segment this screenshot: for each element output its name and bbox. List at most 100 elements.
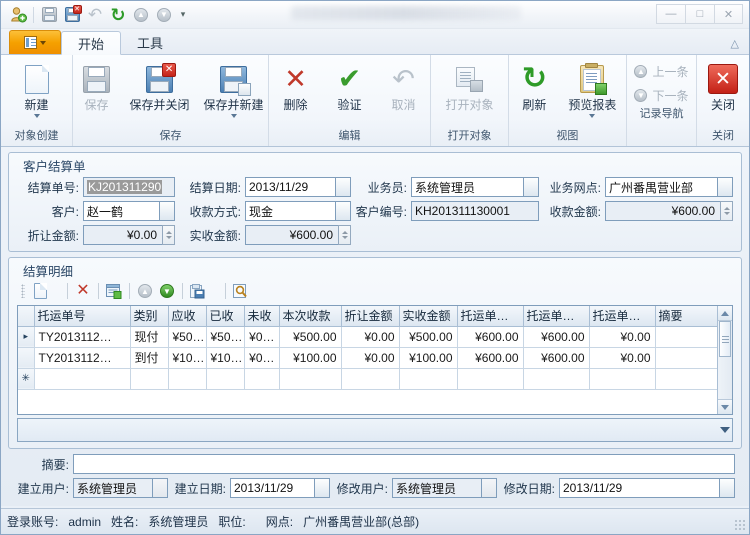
modified-date-input[interactable]: 2013/11/29 xyxy=(559,478,719,498)
settlement-date-combo[interactable]: 2013/11/29 xyxy=(245,177,351,197)
modified-date-dropdown-button[interactable] xyxy=(719,478,735,498)
col-header-received[interactable]: 已收 xyxy=(206,306,245,327)
created-date-input[interactable]: 2013/11/29 xyxy=(230,478,314,498)
new-row-icon[interactable] xyxy=(30,281,50,301)
cell-unreceived[interactable]: ¥0… xyxy=(244,347,280,369)
scrollbar-track[interactable] xyxy=(718,357,732,399)
cell-actual[interactable]: ¥500.00 xyxy=(399,326,458,348)
delete-button[interactable]: ✕ 删除 xyxy=(270,59,322,113)
payment-method-dropdown-button[interactable] xyxy=(335,201,351,221)
actual-amount-spinner[interactable]: ¥600.00 xyxy=(245,225,351,245)
application-menu-button[interactable] xyxy=(9,30,61,54)
cell-discount[interactable]: ¥0.00 xyxy=(341,326,400,348)
actual-amount-stepper[interactable] xyxy=(338,225,351,245)
cancel-button[interactable]: ↶ 取消 xyxy=(378,59,430,112)
customer-input[interactable]: 赵一鹤 xyxy=(83,201,159,221)
cell-unreceived[interactable]: ¥0… xyxy=(244,326,280,348)
actual-amount-input[interactable]: ¥600.00 xyxy=(245,225,338,245)
settlement-no-input[interactable]: KJ201311290 xyxy=(83,177,175,197)
col-header-this-pay[interactable]: 本次收款 xyxy=(279,306,342,327)
refresh-icon[interactable]: ↻ xyxy=(107,4,129,26)
cell-discount[interactable]: ¥0.00 xyxy=(341,347,400,369)
scrollbar-thumb[interactable] xyxy=(719,321,731,357)
cell-empty[interactable] xyxy=(34,368,131,390)
cell-receivable[interactable]: ¥10… xyxy=(168,347,207,369)
created-date-combo[interactable]: 2013/11/29 xyxy=(230,478,330,498)
col-header-unreceived[interactable]: 未收 xyxy=(244,306,280,327)
col-header-discount[interactable]: 折让金额 xyxy=(341,306,400,327)
toolbar-overflow-icon[interactable] xyxy=(253,281,265,301)
payment-method-input[interactable]: 现金 xyxy=(245,201,335,221)
close-form-button[interactable]: ✕ 关闭 xyxy=(699,59,747,112)
branch-combo[interactable]: 广州番禺营业部 xyxy=(605,177,733,197)
cell-waybill-2[interactable]: ¥600.00 xyxy=(523,326,590,348)
toolbar-grip[interactable] xyxy=(21,284,25,298)
validate-button[interactable]: ✔ 验证 xyxy=(324,59,376,113)
branch-dropdown-button[interactable] xyxy=(717,177,733,197)
minimize-button[interactable]: — xyxy=(656,4,685,24)
salesperson-input[interactable]: 系统管理员 xyxy=(411,177,523,197)
cell-category[interactable]: 到付 xyxy=(130,347,169,369)
save-and-close-button[interactable]: ✕ 保存并关闭 xyxy=(124,59,196,112)
find-icon[interactable] xyxy=(231,281,251,301)
customer-combo[interactable]: 赵一鹤 xyxy=(83,201,175,221)
cell-actual[interactable]: ¥100.00 xyxy=(399,347,458,369)
cell-waybill-1[interactable]: ¥600.00 xyxy=(457,347,524,369)
save-and-close-icon[interactable]: ✕ xyxy=(61,4,83,26)
cell-receivable[interactable]: ¥50… xyxy=(168,326,207,348)
customize-qat-icon[interactable]: ▾ xyxy=(176,5,190,25)
resize-grip[interactable] xyxy=(734,519,746,531)
discount-stepper[interactable] xyxy=(162,225,175,245)
col-header-receivable[interactable]: 应收 xyxy=(168,306,207,327)
col-header-category[interactable]: 类别 xyxy=(130,306,169,327)
export-icon[interactable] xyxy=(188,281,208,301)
preview-report-button[interactable]: 预览报表 xyxy=(560,59,624,118)
cell-category[interactable]: 现付 xyxy=(130,326,169,348)
cell-received[interactable]: ¥10… xyxy=(206,347,245,369)
cell-this-pay[interactable]: ¥500.00 xyxy=(279,326,342,348)
scroll-down-button[interactable] xyxy=(718,399,732,414)
prev-record-icon[interactable]: ▲ xyxy=(130,4,152,26)
scroll-up-button[interactable] xyxy=(718,306,732,321)
move-down-icon[interactable]: ▼ xyxy=(157,281,177,301)
cell-empty[interactable] xyxy=(589,368,656,390)
cell-empty[interactable] xyxy=(168,368,207,390)
cell-empty[interactable] xyxy=(244,368,280,390)
received-amount-stepper[interactable] xyxy=(720,201,733,221)
save-and-new-button[interactable]: 保存并新建 xyxy=(198,59,270,118)
cell-empty[interactable] xyxy=(279,368,342,390)
edit-row-icon[interactable] xyxy=(104,281,124,301)
settlement-date-dropdown-button[interactable] xyxy=(335,177,351,197)
delete-row-icon[interactable]: ✕ xyxy=(73,281,93,301)
summary-dropdown-icon[interactable] xyxy=(720,427,730,433)
collapse-ribbon-icon[interactable]: △ xyxy=(731,37,739,50)
remark-input[interactable] xyxy=(73,454,735,474)
cell-this-pay[interactable]: ¥100.00 xyxy=(279,347,342,369)
branch-input[interactable]: 广州番禺营业部 xyxy=(605,177,717,197)
cell-empty[interactable] xyxy=(206,368,245,390)
new-record-icon[interactable] xyxy=(7,4,29,26)
new-row-dropdown-icon[interactable] xyxy=(52,281,62,301)
payment-method-combo[interactable]: 现金 xyxy=(245,201,351,221)
prev-record-button[interactable]: ▲ 上一条 xyxy=(634,63,688,80)
table-row[interactable]: ▸ TY2013112… 现付 ¥50… ¥50… ¥0… ¥500.00 ¥0… xyxy=(18,326,732,348)
maximize-button[interactable]: □ xyxy=(685,4,714,24)
new-button[interactable]: 新建 xyxy=(8,59,66,118)
cell-waybill-no[interactable]: TY2013112… xyxy=(34,326,131,348)
tab-tools[interactable]: 工具 xyxy=(121,30,179,54)
save-icon[interactable] xyxy=(38,4,60,26)
salesperson-combo[interactable]: 系统管理员 xyxy=(411,177,539,197)
undo-icon[interactable]: ↶ xyxy=(84,4,106,26)
received-amount-input[interactable]: ¥600.00 xyxy=(605,201,720,221)
new-row-placeholder[interactable]: ✳ xyxy=(18,368,732,390)
cell-waybill-3[interactable]: ¥0.00 xyxy=(589,326,656,348)
col-header-waybill-1[interactable]: 托运单… xyxy=(457,306,524,327)
tab-start[interactable]: 开始 xyxy=(61,31,122,55)
discount-spinner[interactable]: ¥0.00 xyxy=(83,225,175,245)
table-row[interactable]: TY2013112… 到付 ¥10… ¥10… ¥0… ¥100.00 ¥0.0… xyxy=(18,347,732,369)
grid-vertical-scrollbar[interactable] xyxy=(717,306,732,414)
col-header-waybill-3[interactable]: 托运单… xyxy=(589,306,656,327)
cell-waybill-3[interactable]: ¥0.00 xyxy=(589,347,656,369)
move-up-icon[interactable]: ▲ xyxy=(135,281,155,301)
cell-empty[interactable] xyxy=(130,368,169,390)
